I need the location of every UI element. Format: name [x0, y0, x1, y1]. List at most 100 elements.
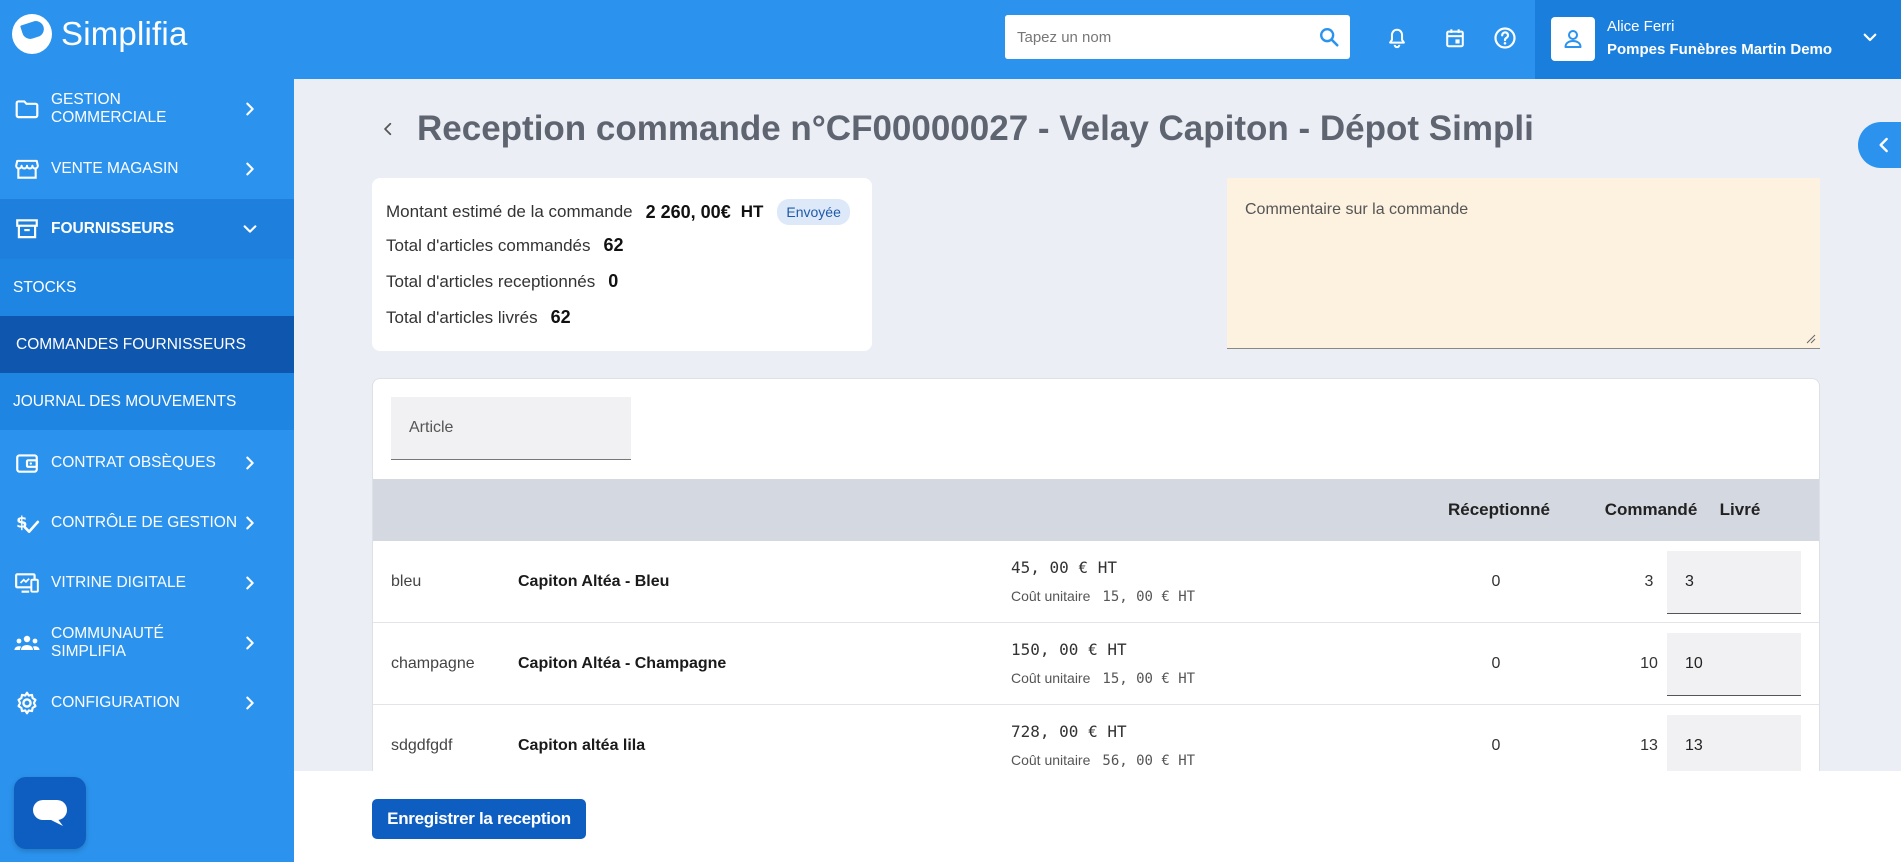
delivered-qty-field [1667, 551, 1801, 614]
search-button[interactable] [1308, 15, 1350, 59]
line-total-price: 45, 00 € HT [1011, 558, 1117, 577]
sidebar-item-label: CONTRAT OBSÈQUES [51, 454, 216, 471]
status-badge: Envoyée [777, 199, 850, 225]
chevron-down-icon[interactable] [1861, 28, 1879, 51]
footer-bar: Enregistrer la reception [294, 771, 1901, 862]
chevron-right-icon [238, 635, 262, 651]
screen-icon [12, 568, 42, 598]
received-qty: 0 [1491, 737, 1501, 754]
user-organization: Pompes Funèbres Martin Demo [1607, 41, 1833, 58]
sidebar-item-label: FOURNISSEURS [51, 220, 175, 237]
article-filter [391, 397, 631, 460]
help-button[interactable] [1492, 24, 1518, 52]
chevron-right-icon [238, 515, 262, 531]
calendar-icon [1446, 29, 1464, 48]
received-label: Total d'articles receptionnés [386, 271, 596, 291]
unit-cost: Coût unitaire 15, 00 € HT [1011, 588, 1195, 605]
store-icon [12, 154, 42, 184]
amount-label: Montant estimé de la commande [386, 202, 633, 221]
resize-handle-icon[interactable] [1806, 334, 1816, 344]
summary-received-row: Total d'articles receptionnés 0 [386, 271, 618, 292]
order-lines-table: Réceptionné Commandé Livré bleu Capiton … [372, 378, 1820, 778]
summary-amount-row: Montant estimé de la commande 2 260, 00€… [386, 199, 850, 225]
sidebar-item-controle-de-gestion[interactable]: $ CONTRÔLE DE GESTION [0, 493, 294, 553]
line-total-price: 728, 00 € HT [1011, 722, 1127, 741]
sidebar-item-label: CONTRÔLE DE GESTION [51, 514, 238, 531]
sidebar-subitem-commandes-fournisseurs[interactable]: COMMANDES FOURNISSEURS [0, 316, 294, 373]
logo-icon [12, 14, 52, 54]
group-icon [12, 628, 42, 658]
notifications-button[interactable] [1384, 24, 1410, 52]
comment-textarea[interactable] [1227, 178, 1820, 348]
logo-text: Simplifia [61, 15, 188, 52]
sidebar-item-fournisseurs[interactable]: FOURNISSEURS [0, 199, 294, 259]
sidebar-item-communaute-simplifia[interactable]: COMMUNAUTÉ SIMPLIFIA [0, 613, 294, 673]
unit-cost-value: 56, 00 € HT [1102, 753, 1196, 769]
delivered-value: 62 [550, 307, 571, 327]
sidebar-item-gestion-commerciale[interactable]: GESTION COMMERCIALE [0, 79, 294, 139]
delivered-qty-field [1667, 715, 1801, 777]
sidebar: GESTION COMMERCIALE VENTE MAGASIN FOURNI… [0, 79, 294, 862]
amount-value: 2 260, 00€ [645, 201, 731, 222]
wallet-icon [12, 448, 42, 478]
search-icon [1320, 28, 1339, 47]
sidebar-item-label: GESTION COMMERCIALE [51, 91, 167, 126]
amount-unit: HT [740, 202, 764, 221]
summary-ordered-row: Total d'articles commandés 62 [386, 235, 624, 256]
chevron-left-icon [1879, 137, 1888, 153]
user-name: Alice Ferri [1607, 18, 1675, 35]
ordered-label: Total d'articles commandés [386, 235, 591, 255]
archive-icon [12, 214, 42, 244]
search-input[interactable] [1005, 15, 1308, 59]
sidebar-subitem-stocks[interactable]: STOCKS [0, 259, 294, 316]
article-name: Capiton Altéa - Champagne [518, 655, 727, 672]
article-ref: champagne [391, 655, 475, 672]
logo[interactable]: Simplifia [12, 14, 188, 54]
side-panel-toggle[interactable] [1858, 122, 1901, 168]
folder-icon [12, 94, 42, 124]
delivered-qty-input[interactable] [1667, 633, 1801, 695]
sidebar-item-label: VITRINE DIGITALE [51, 574, 186, 591]
gear-icon [12, 688, 42, 718]
received-qty: 0 [1491, 573, 1501, 590]
order-summary-card: Montant estimé de la commande 2 260, 00€… [372, 178, 872, 351]
table-row: sdgdfgdf Capiton altéa lila 728, 00 € HT… [373, 705, 1819, 777]
avatar [1551, 17, 1595, 61]
search-bar [1005, 15, 1350, 59]
chat-button[interactable] [14, 777, 86, 849]
article-filter-input[interactable] [391, 397, 631, 459]
delivered-qty-input[interactable] [1667, 551, 1801, 613]
delivered-qty-field [1667, 633, 1801, 696]
sidebar-item-vente-magasin[interactable]: VENTE MAGASIN [0, 139, 294, 199]
user-menu[interactable]: Alice Ferri Pompes Funèbres Martin Demo [1535, 0, 1901, 79]
chevron-right-icon [238, 161, 262, 177]
unit-cost-label: Coût unitaire [1011, 588, 1091, 604]
back-button[interactable] [376, 117, 400, 141]
received-value: 0 [608, 271, 619, 291]
help-icon [1494, 27, 1516, 49]
chat-icon [33, 800, 67, 826]
column-header-delivered: Livré [1719, 500, 1761, 519]
table-header: Réceptionné Commandé Livré [373, 479, 1819, 541]
order-comment [1227, 178, 1820, 349]
sidebar-item-configuration[interactable]: CONFIGURATION [0, 673, 294, 733]
sidebar-item-label: VENTE MAGASIN [51, 160, 179, 177]
calendar-button[interactable] [1442, 24, 1468, 52]
chevron-right-icon [238, 101, 262, 117]
unit-cost-label: Coût unitaire [1011, 752, 1091, 768]
bell-icon [1389, 28, 1405, 49]
article-ref: sdgdfgdf [391, 737, 453, 754]
sidebar-subitem-journal-des-mouvements[interactable]: JOURNAL DES MOUVEMENTS [0, 373, 294, 430]
delivered-qty-input[interactable] [1667, 715, 1801, 777]
ordered-value: 62 [603, 235, 624, 255]
unit-cost-label: Coût unitaire [1011, 670, 1091, 686]
unit-cost-value: 15, 00 € HT [1102, 589, 1196, 605]
sidebar-item-contrat-obseques[interactable]: CONTRAT OBSÈQUES [0, 433, 294, 493]
save-reception-button[interactable]: Enregistrer la reception [372, 799, 586, 839]
received-qty: 0 [1491, 655, 1501, 672]
unit-cost: Coût unitaire 15, 00 € HT [1011, 670, 1195, 687]
article-name: Capiton altéa lila [518, 737, 646, 754]
sidebar-item-label: COMMUNAUTÉ SIMPLIFIA [51, 625, 164, 660]
user-icon [1564, 30, 1582, 48]
sidebar-item-vitrine-digitale[interactable]: VITRINE DIGITALE [0, 553, 294, 613]
